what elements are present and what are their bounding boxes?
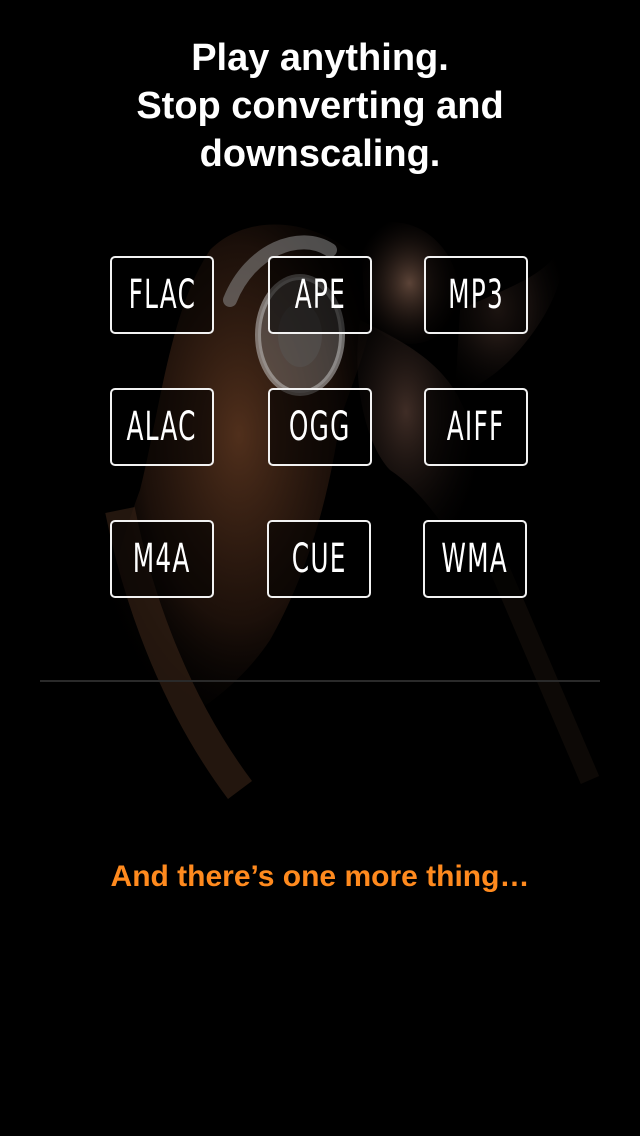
headline-line-2: Stop converting and: [136, 85, 504, 127]
format-label: ALAC: [126, 404, 198, 450]
format-label: OGG: [289, 404, 351, 450]
format-label: AIFF: [447, 404, 505, 450]
format-tile-m4a: M4A: [110, 520, 214, 598]
format-tile-ogg: OGG: [268, 388, 372, 466]
format-grid: FLAC APE MP3 ALAC OGG AIFF M4A CUE WMA: [110, 256, 530, 600]
format-label: FLAC: [128, 272, 196, 318]
format-label: WMA: [441, 536, 509, 582]
headline-line-1: Play anything.: [191, 37, 449, 79]
format-label: CUE: [291, 536, 347, 582]
format-tile-alac: ALAC: [110, 388, 214, 466]
headline: Play anything. Stop converting and downs…: [0, 34, 640, 178]
format-label: M4A: [133, 536, 191, 582]
section-divider: [40, 680, 600, 682]
headline-line-3: downscaling.: [199, 133, 441, 175]
format-label: MP3: [448, 272, 504, 318]
onboarding-screen: Play anything. Stop converting and downs…: [0, 0, 640, 1136]
format-tile-wma: WMA: [423, 520, 527, 598]
format-tile-cue: CUE: [267, 520, 371, 598]
format-tile-mp3: MP3: [424, 256, 528, 334]
format-label: APE: [294, 272, 346, 318]
one-more-thing-teaser: And there’s one more thing…: [110, 860, 530, 893]
format-tile-aiff: AIFF: [424, 388, 528, 466]
format-tile-flac: FLAC: [110, 256, 214, 334]
format-tile-ape: APE: [268, 256, 372, 334]
